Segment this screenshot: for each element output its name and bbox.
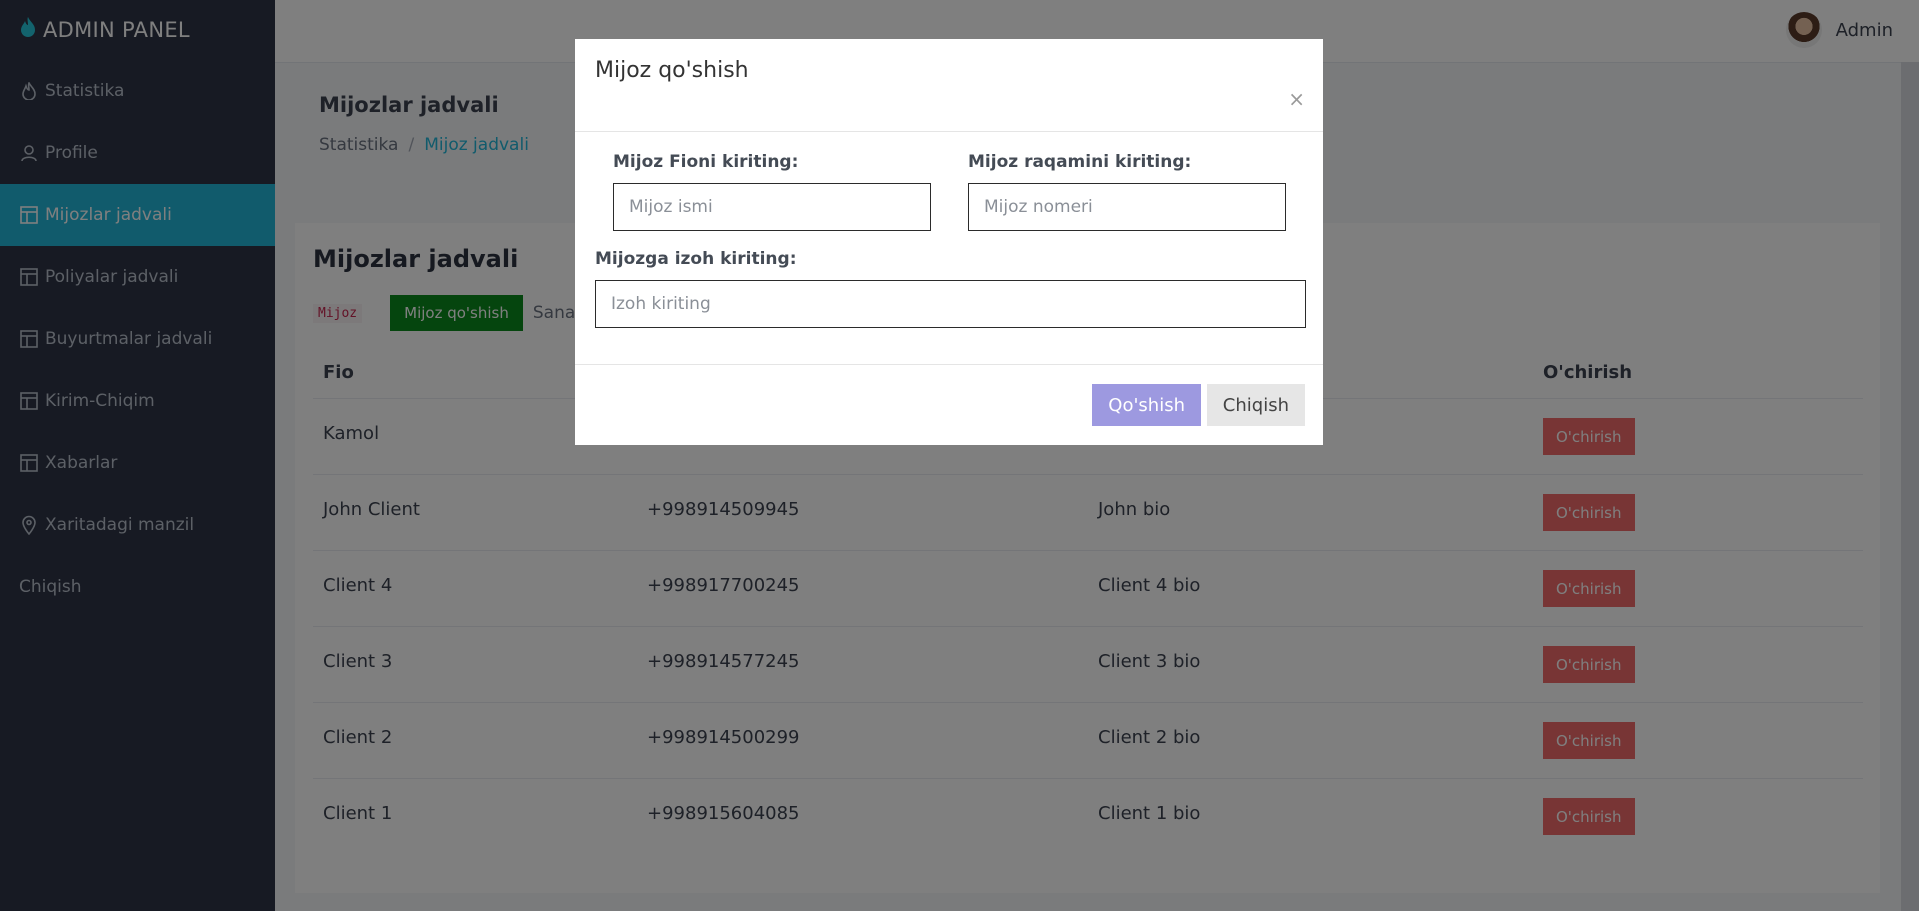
client-phone-input[interactable]: [968, 183, 1286, 231]
client-note-input[interactable]: [595, 280, 1306, 328]
add-client-modal: Mijoz qo'shish × Mijoz Fioni kiriting: M…: [575, 39, 1323, 445]
client-name-label: Mijoz Fioni kiriting:: [613, 152, 799, 172]
client-note-label: Mijozga izoh kiriting:: [595, 249, 797, 269]
client-name-input[interactable]: [613, 183, 931, 231]
exit-button[interactable]: Chiqish: [1206, 384, 1305, 426]
client-phone-label: Mijoz raqamini kiriting:: [968, 152, 1192, 172]
modal-footer: Qo'shish Chiqish: [575, 365, 1323, 446]
modal-title: Mijoz qo'shish: [595, 58, 749, 83]
modal-body: Mijoz Fioni kiriting: Mijoz raqamini kir…: [575, 132, 1323, 365]
close-icon[interactable]: ×: [1288, 87, 1305, 111]
modal-header: Mijoz qo'shish ×: [575, 39, 1323, 132]
submit-button[interactable]: Qo'shish: [1092, 384, 1201, 426]
